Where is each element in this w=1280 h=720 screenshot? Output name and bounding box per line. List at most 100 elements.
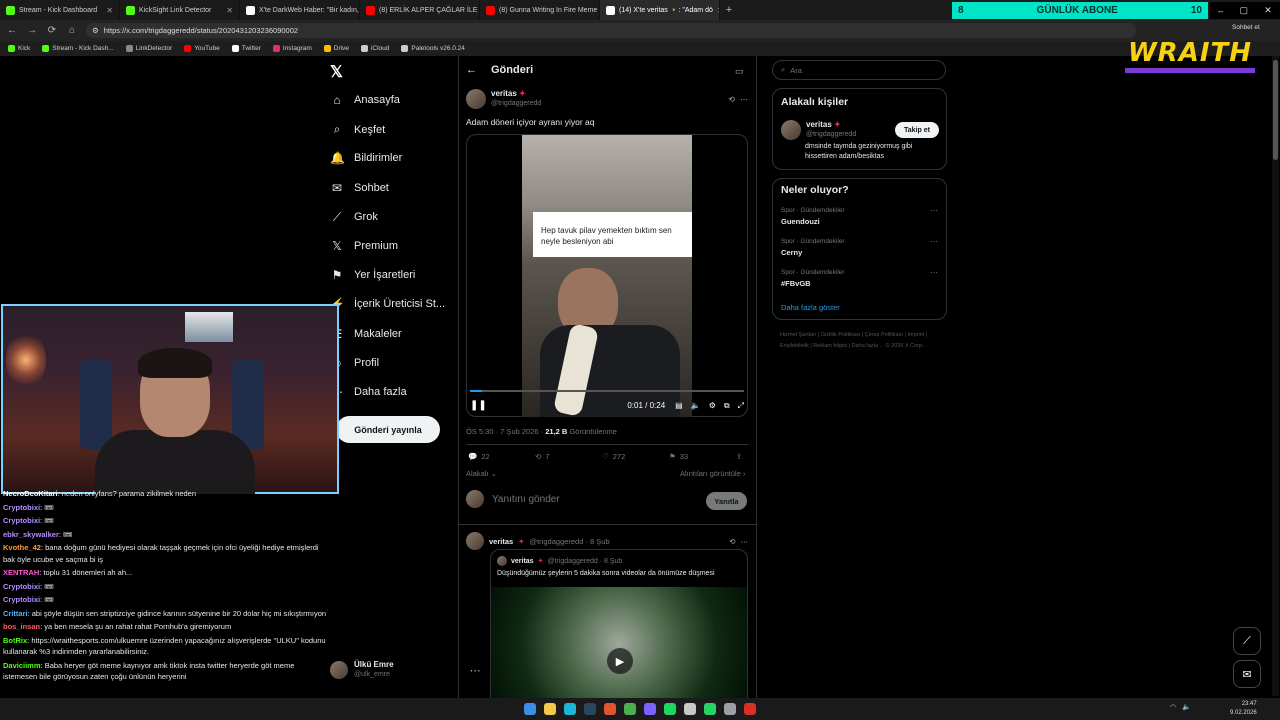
discord-icon[interactable] (644, 703, 656, 715)
volume-icon[interactable]: 🔈 (1182, 703, 1191, 711)
more-options-icon[interactable]: ⋯ (740, 95, 748, 104)
more-options-icon[interactable]: ⋯ (741, 537, 749, 546)
close-tab-icon[interactable]: ✕ (106, 6, 113, 15)
chat-username[interactable]: XENTRAH (3, 568, 39, 577)
nav-item-sohbet[interactable]: ✉ Sohbet (330, 181, 389, 195)
footer-links[interactable]: Hizmet Şartları | Gizlilik Politikası | … (780, 330, 950, 352)
repost-action[interactable]: ⟲ 7 (535, 452, 549, 461)
like-action[interactable]: ♡ 272 (602, 452, 625, 461)
maximize-icon[interactable]: ▢ (1239, 5, 1248, 16)
whatsapp-icon[interactable] (704, 703, 716, 715)
quoted-video-thumbnail[interactable] (491, 587, 747, 700)
post-button[interactable]: Gönderi yayınla (336, 416, 440, 443)
close-tab-icon[interactable]: ✕ (226, 6, 233, 15)
chat-username[interactable]: Cryptobixi (3, 503, 40, 512)
share-action[interactable]: ⇪ (736, 452, 742, 461)
new-tab-icon[interactable]: + (720, 0, 738, 20)
trend-item[interactable]: Spor · Gündemdekiler #FBvGB (781, 269, 845, 288)
edge-icon[interactable] (564, 703, 576, 715)
app-icon[interactable] (624, 703, 636, 715)
reply-button[interactable]: Yanıtla (706, 492, 747, 510)
grok-icon[interactable]: ⟲ (728, 95, 735, 104)
captions-icon[interactable]: ▤ (675, 401, 683, 410)
site-info-icon[interactable]: ⚙ (92, 26, 99, 35)
messages-float-icon[interactable]: ✉ (1233, 660, 1261, 688)
reader-mode-icon[interactable]: ▭ (735, 66, 744, 77)
chat-username[interactable]: Cryptobixi (3, 595, 40, 604)
back-arrow-icon[interactable]: ← (466, 64, 477, 76)
app-icon[interactable] (684, 703, 696, 715)
settings-icon[interactable] (724, 703, 736, 715)
bookmark-item[interactable]: Stream - Kick Dash... (42, 45, 114, 52)
grok-float-icon[interactable]: ⟋ (1233, 627, 1261, 655)
bookmark-item[interactable]: Paletools v26.0.24 (401, 45, 465, 52)
system-clock[interactable]: 23:47 9.02.2026 (1230, 700, 1257, 718)
pip-icon[interactable]: ⧉ (724, 401, 730, 411)
browser-tab[interactable]: (8) ERLİK ALPER ÇAĞLAR İLE HASB✕ (360, 0, 480, 20)
chat-username[interactable]: ebkr_skywalker (3, 530, 59, 539)
second-post-author[interactable]: veritas (489, 537, 513, 546)
close-window-icon[interactable]: ✕ (1264, 5, 1272, 16)
reply-input[interactable]: Yanıtını gönder (492, 494, 560, 505)
steam-icon[interactable] (584, 703, 596, 715)
bookmark-action[interactable]: ⚑ 33 (669, 452, 688, 461)
second-post-handle[interactable]: @trigdaggeredd · 8 Şub (529, 537, 609, 546)
chat-username[interactable]: BotRix (3, 636, 27, 645)
browser-tab[interactable]: (8) Gunna Writing In Fire Meme To✕ (480, 0, 600, 20)
related-link[interactable]: Alakalı ⌄ (466, 469, 497, 478)
trend-item[interactable]: Spor · Gündemdekiler Cerny (781, 238, 845, 257)
volume-icon[interactable]: 🔈 (691, 401, 701, 410)
chat-username[interactable]: Cryptobixi (3, 516, 40, 525)
home-icon[interactable]: ⌂ (66, 25, 78, 36)
browser-tab[interactable]: Stream - Kick Dashboard ✕ (0, 0, 120, 20)
browser-tab[interactable]: (14) X'te veritas 🔸: "Adam dö✕ (600, 0, 720, 20)
nav-item-i-çerik-üreticisi-st-[interactable]: ⚡İçerik Üreticisi St... (330, 297, 445, 311)
more-options-icon[interactable]: ⋯ (930, 237, 938, 246)
play-icon[interactable]: ▶ (607, 648, 633, 674)
wifi-icon[interactable]: ◠ (1170, 703, 1176, 711)
bookmark-item[interactable]: Instagram (272, 45, 312, 52)
more-options-icon[interactable]: ⋯ (930, 206, 938, 215)
author-avatar[interactable] (466, 89, 486, 109)
spotify-icon[interactable] (664, 703, 676, 715)
chat-username[interactable]: Kvothe_42 (3, 543, 41, 552)
nav-item-premium[interactable]: 𝕏 Premium (330, 239, 398, 253)
more-options-icon[interactable]: ⋯ (930, 268, 938, 277)
author-name[interactable]: veritas ✦ (491, 89, 541, 99)
bookmark-item[interactable]: YouTube (184, 45, 220, 52)
scrollbar-thumb[interactable] (1273, 60, 1278, 160)
url-input[interactable]: ⚙ https://x.com/trigdaggeredd/status/202… (86, 23, 1136, 38)
back-arrow-icon[interactable]: ← (6, 25, 18, 36)
browser-chat-button[interactable]: Sohbet et (1232, 24, 1260, 31)
related-person[interactable]: veritas ✦ @trigdaggeredd (781, 120, 856, 140)
nav-item-anasayfa[interactable]: ⌂ Anasayfa (330, 93, 400, 107)
start-icon[interactable] (524, 703, 536, 715)
chat-username[interactable]: NecroDcoKitari (3, 489, 58, 498)
chat-username[interactable]: bos_insan (3, 622, 40, 631)
bookmark-item[interactable]: LinkDetector (125, 45, 172, 52)
forward-arrow-icon[interactable]: → (26, 25, 38, 36)
chat-username[interactable]: Daviciimm (3, 661, 41, 670)
nav-item-bildirimler[interactable]: 🔔 Bildirimler (330, 151, 402, 165)
file-explorer-icon[interactable] (544, 703, 556, 715)
nav-item-yer-i-şaretleri[interactable]: ⚑ Yer İşaretleri (330, 268, 416, 282)
chat-username[interactable]: Crittari (3, 609, 28, 618)
bookmark-item[interactable]: Twitter (231, 45, 261, 52)
search-input[interactable]: ⌕ Ara (772, 60, 946, 80)
video-progress-track[interactable] (470, 390, 744, 392)
fullscreen-icon[interactable]: ⤢ (738, 401, 744, 411)
grok-icon[interactable]: ⟲ (729, 537, 735, 546)
nav-item-daha-fazla[interactable]: ⋯Daha fazla (330, 385, 407, 399)
chat-username[interactable]: Cryptobixi (3, 582, 40, 591)
app-icon[interactable] (744, 703, 756, 715)
author-avatar[interactable] (466, 532, 484, 550)
nav-item-keşfet[interactable]: ⌕ Keşfet (330, 122, 386, 137)
bookmark-item[interactable]: iCloud (360, 45, 389, 52)
bookmark-item[interactable]: Kick (8, 45, 30, 52)
author-handle[interactable]: @trigdaggeredd (491, 99, 541, 109)
nav-item-makaleler[interactable]: ☰Makaleler (330, 327, 402, 341)
browser-tab[interactable]: X'te DarkWeb Haber: "Bir kadın, G✕ (240, 0, 360, 20)
reply-action[interactable]: 💬 22 (468, 452, 490, 461)
bookmark-item[interactable]: Drive (323, 45, 349, 52)
view-quotes-link[interactable]: Alıntıları görüntüle › (680, 469, 745, 478)
